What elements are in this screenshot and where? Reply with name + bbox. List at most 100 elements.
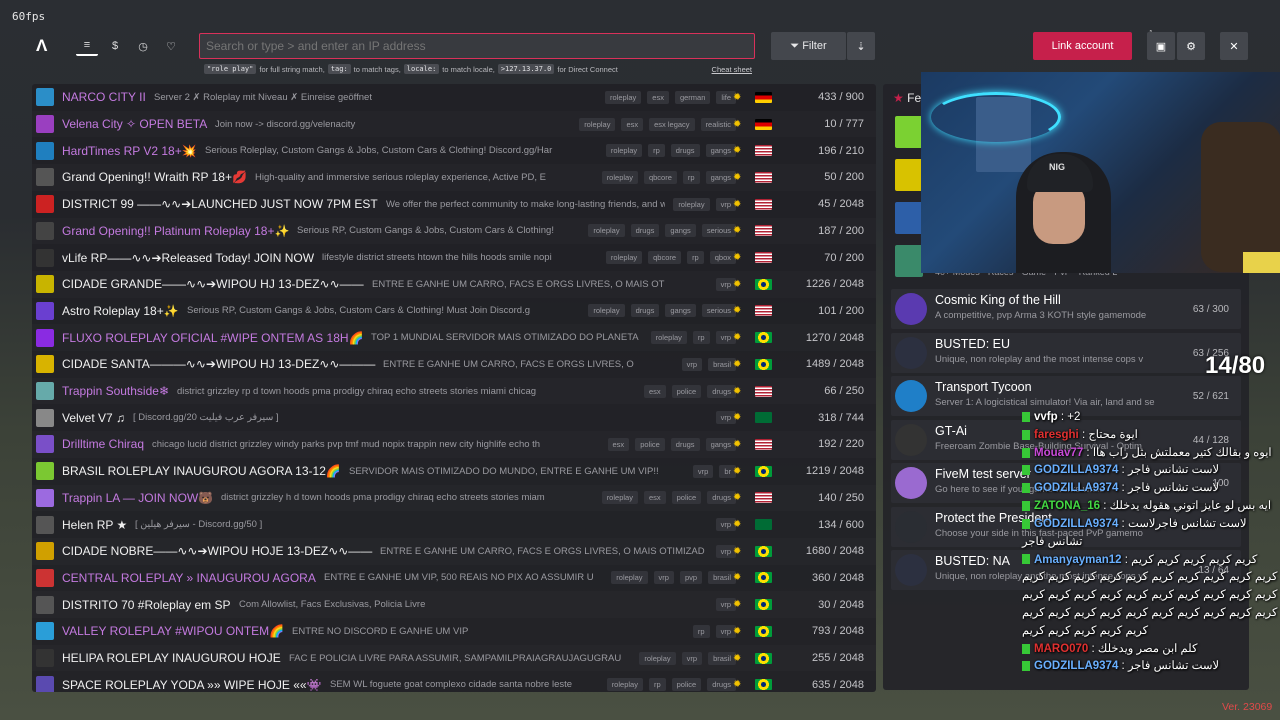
server-row[interactable]: vLife RP——∿∿➔Released Today! JOIN NOW lif… [32, 244, 876, 271]
server-tag[interactable]: esx [607, 437, 630, 451]
server-tag[interactable]: gangs [705, 144, 736, 158]
server-tag[interactable]: roleplay [611, 571, 648, 585]
server-tag[interactable]: drugs [707, 491, 736, 505]
server-tag[interactable]: qbcore [643, 170, 677, 184]
server-row[interactable]: Grand Opening!! Platinum Roleplay 18+✨ Se… [32, 218, 876, 245]
server-tag[interactable]: roleplay [601, 491, 638, 505]
server-tag[interactable]: realistic [700, 117, 736, 131]
server-tag[interactable]: gangs [705, 437, 736, 451]
server-tag[interactable]: esx [621, 117, 644, 131]
server-tag[interactable]: drugs [630, 224, 660, 238]
server-tag[interactable]: police [671, 678, 702, 692]
server-tag[interactable]: roleplay [588, 224, 625, 238]
server-row[interactable]: BRASIL ROLEPLAY INAUGUROU AGORA 13-12🌈 SE… [32, 458, 876, 485]
settings-button[interactable]: ⚙ [1177, 32, 1205, 60]
server-tag[interactable]: serious [701, 224, 736, 238]
server-row[interactable]: Velvet V7 ♫ [ Discord.gg/20 سيرفر عرب فيل… [32, 404, 876, 431]
featured-partial-icon[interactable] [895, 159, 923, 191]
server-tag[interactable]: drugs [630, 304, 660, 318]
server-tag[interactable]: esx [643, 384, 666, 398]
server-tag[interactable]: serious [701, 304, 736, 318]
server-tag[interactable]: vrp [692, 464, 714, 478]
server-tag[interactable]: roleplay [588, 304, 625, 318]
server-row[interactable]: Helen RP ★ [ سيرفر هيلين - Discord.gg/50 … [32, 511, 876, 538]
server-row[interactable]: Drilltime Chiraq chicago lucid district g… [32, 431, 876, 458]
server-row[interactable]: HardTimes RP V2 18+💥 Serious Roleplay, Cu… [32, 137, 876, 164]
server-tag[interactable]: roleplay [605, 90, 642, 104]
filter-button[interactable]: ⏷ Filter [771, 32, 846, 60]
server-tag[interactable]: brasil [708, 571, 736, 585]
server-tag[interactable]: roleplay [606, 678, 643, 692]
server-row[interactable]: Trappin LA — JOIN NOW🐻 district grizzley … [32, 485, 876, 512]
server-tag[interactable]: roleplay [605, 144, 643, 158]
server-tag[interactable]: rp [648, 144, 665, 158]
server-row[interactable]: CENTRAL ROLEPLAY » INAUGUROU AGORA ENTRE … [32, 565, 876, 592]
server-tag[interactable]: pvp [679, 571, 703, 585]
server-tag[interactable]: roleplay [601, 170, 638, 184]
server-tag[interactable]: vrp [681, 651, 703, 665]
server-tag[interactable]: rp [692, 331, 710, 345]
server-tag[interactable]: vrp [681, 357, 703, 371]
server-tag[interactable]: roleplay [639, 651, 676, 665]
server-row[interactable]: DISTRICT 99 ——∿∿➔LAUNCHED JUST NOW 7PM E… [32, 191, 876, 218]
server-row[interactable]: NARCO CITY II Server 2 ✗ Roleplay mit Niv… [32, 84, 876, 111]
server-tag[interactable]: esx legacy [649, 117, 695, 131]
server-tag[interactable]: brasil [708, 651, 736, 665]
history-icon[interactable]: ◷ [132, 36, 154, 56]
featured-partial-icon[interactable] [895, 245, 923, 277]
flag-icon-br [755, 679, 772, 691]
server-tag[interactable]: drugs [670, 144, 700, 158]
server-row[interactable]: Grand Opening!! Wraith RP 18+💋 High-quali… [32, 164, 876, 191]
kick-icon [1022, 465, 1030, 476]
server-row[interactable]: FLUXO ROLEPLAY OFICIAL #WIPE ONTEM AS 18… [32, 324, 876, 351]
server-row[interactable]: Astro Roleplay 18+✨ Serious RP, Custom Ga… [32, 298, 876, 325]
server-tag[interactable]: rp [682, 170, 700, 184]
server-row[interactable]: CIDADE SANTA———∿∿➔WIPOU HJ 13-DEZ∿∿——— EN… [32, 351, 876, 378]
list-icon[interactable]: ≡ [76, 36, 98, 56]
link-account-button[interactable]: Link account [1033, 32, 1132, 60]
flag-icon-us [755, 492, 772, 504]
app-logo-icon[interactable]: Λ [36, 36, 54, 55]
server-row[interactable]: CIDADE NOBRE——∿∿➔WIPOU HOJE 13-DEZ∿∿—— EN… [32, 538, 876, 565]
server-tag[interactable]: rp [687, 251, 704, 265]
server-row[interactable]: VALLEY ROLEPLAY #WIPOU ONTEM🌈 ENTRE NO DI… [32, 618, 876, 645]
server-tag[interactable]: drugs [707, 678, 736, 692]
server-tag[interactable]: police [671, 491, 702, 505]
server-tag[interactable]: brasil [708, 357, 736, 371]
server-row[interactable]: CIDADE GRANDE——∿∿➔WIPOU HJ 13-DEZ∿∿—— ENT… [32, 271, 876, 298]
heart-icon[interactable]: ♡ [160, 36, 182, 56]
cheat-sheet-link[interactable]: Cheat sheet [712, 65, 752, 74]
server-tag[interactable]: roleplay [650, 331, 687, 345]
server-tag[interactable]: vrp [653, 571, 674, 585]
server-row[interactable]: DISTRITO 70 #Roleplay em SP Com Allowlist… [32, 591, 876, 618]
server-tag[interactable]: drugs [707, 384, 736, 398]
notifications-button[interactable]: ▣ [1147, 32, 1175, 60]
server-tag[interactable]: qbcore [648, 251, 682, 265]
server-tag[interactable]: gangs [705, 170, 736, 184]
server-tag[interactable]: roleplay [579, 117, 616, 131]
server-tag[interactable]: roleplay [673, 197, 710, 211]
server-row[interactable]: HELIPA ROLEPLAY INAUGUROU HOJE FAC E POLI… [32, 645, 876, 672]
server-tag[interactable]: police [635, 437, 665, 451]
featured-partial-icon[interactable] [895, 116, 923, 148]
search-input[interactable] [199, 33, 755, 59]
close-button[interactable]: ✕ [1220, 32, 1248, 60]
server-tag[interactable]: drugs [670, 437, 700, 451]
server-tag[interactable]: gangs [665, 224, 696, 238]
server-row[interactable]: Velena City ✧ OPEN BETA Join now -> disco… [32, 111, 876, 138]
dollar-icon[interactable]: $ [104, 36, 126, 56]
server-tag[interactable]: gangs [665, 304, 696, 318]
server-tag[interactable]: roleplay [605, 251, 643, 265]
featured-partial-icon[interactable] [895, 202, 923, 234]
server-tag[interactable]: german [674, 90, 711, 104]
server-row[interactable]: SPACE ROLEPLAY YODA »» WIPE HOJE ««👾 SEM … [32, 671, 876, 692]
server-tag[interactable]: esx [647, 90, 669, 104]
featured-server[interactable]: Cosmic King of the Hill A competitive, pv… [891, 289, 1241, 329]
server-row[interactable]: Trappin Southside❄ district grizzley rp d… [32, 378, 876, 405]
featured-server[interactable]: BUSTED: EU Unique, non roleplay and the m… [891, 332, 1241, 373]
server-tag[interactable]: esx [643, 491, 666, 505]
server-tag[interactable]: rp [692, 624, 710, 638]
sort-button[interactable]: ⇣ [847, 32, 875, 60]
server-tag[interactable]: rp [648, 678, 666, 692]
server-tag[interactable]: police [671, 384, 702, 398]
